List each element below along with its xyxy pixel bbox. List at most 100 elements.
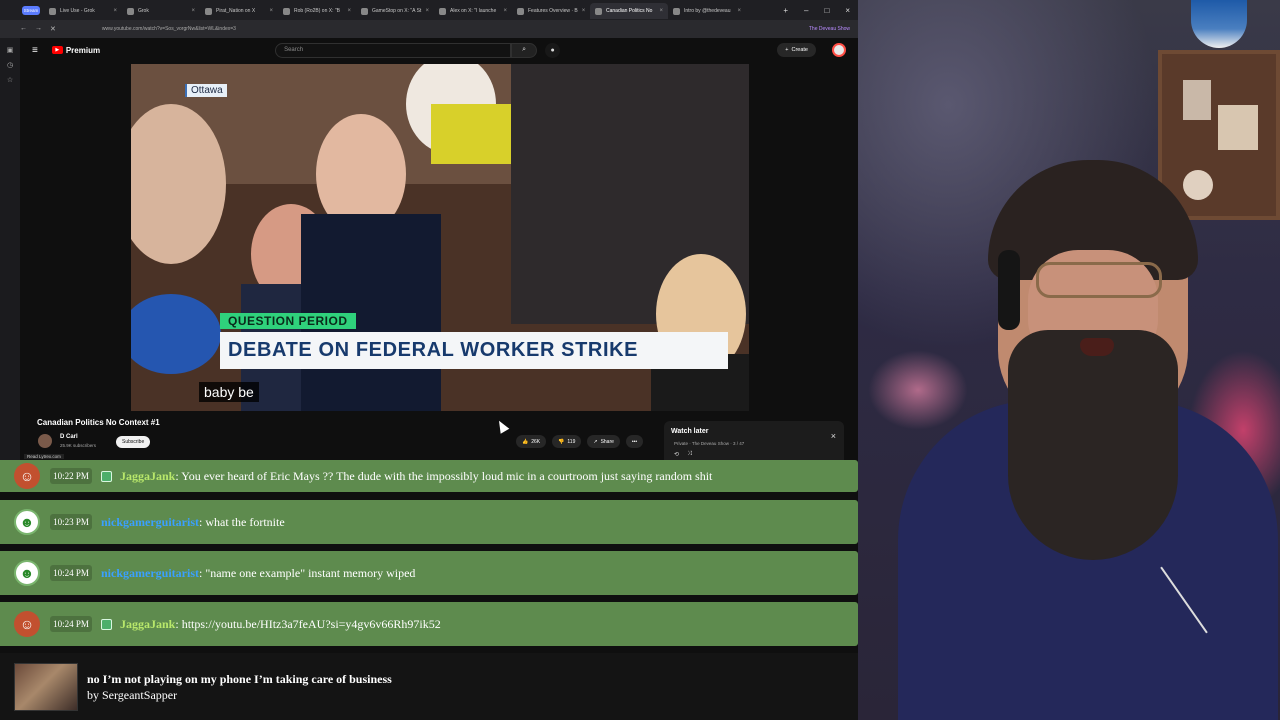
create-button[interactable]: + Create — [777, 43, 816, 57]
youtube-header: ≡ ▶ Premium Search ⌕ ● + Create — [20, 38, 858, 62]
now-playing-title: no I’m not playing on my phone I’m takin… — [87, 672, 392, 686]
more-icon: ••• — [631, 438, 638, 445]
tab-favicon — [283, 7, 290, 15]
mouth — [1080, 338, 1114, 356]
shelf-item — [1183, 80, 1211, 120]
close-icon[interactable]: × — [831, 431, 836, 441]
chat-username: JaggaJank — [120, 616, 176, 631]
shuffle-icon[interactable]: ⤨ — [687, 451, 692, 458]
close-tab-icon[interactable]: × — [425, 8, 429, 14]
youtube-logo[interactable]: ▶ Premium — [51, 45, 101, 55]
plus-icon: + — [785, 47, 789, 53]
menu-icon[interactable]: ≡ — [32, 45, 38, 56]
subscriber-badge-icon — [101, 470, 112, 482]
chat-username: nickgamerguitarist — [101, 565, 199, 580]
chat-username: JaggaJank — [120, 468, 176, 483]
window-controls: + – □ × — [783, 6, 858, 15]
minimize-icon[interactable]: – — [804, 6, 808, 15]
channel-avatar[interactable] — [38, 434, 52, 448]
watch-later-panel: Watch later Private · The Deveau Show · … — [664, 421, 844, 460]
browser-tab[interactable]: Rob (Ro2B) on X: "B × — [278, 3, 356, 19]
now-playing-requester: by SergeantSapper — [87, 688, 178, 702]
thumbs-up-icon: 👍 — [522, 438, 529, 445]
close-tab-icon[interactable]: × — [347, 8, 351, 14]
chat-message: ☺ 10:24 PM JaggaJank : https://youtu.be/… — [0, 602, 858, 646]
chat-message: ☺ 10:22 PM JaggaJank : You ever heard of… — [0, 460, 858, 492]
reload-icon[interactable]: ✕ — [50, 25, 56, 33]
logo-text: Premium — [65, 45, 101, 55]
thumbs-down-icon: 👎 — [558, 438, 565, 445]
more-button[interactable]: ••• — [625, 435, 644, 448]
bookmark-icon[interactable]: ☆ — [7, 76, 13, 84]
like-button[interactable]: 👍 26K — [516, 435, 547, 448]
forward-icon[interactable]: → — [35, 25, 42, 33]
close-tab-icon[interactable]: × — [503, 8, 507, 14]
video-caption: baby be — [199, 382, 259, 402]
browser-tab[interactable]: Intro by @thedeveau × — [668, 3, 746, 19]
close-tab-icon[interactable]: × — [113, 8, 117, 14]
browser-tab[interactable]: Alex on X: "I launche × — [434, 3, 512, 19]
maximize-icon[interactable]: □ — [824, 6, 829, 15]
mic-icon: ● — [550, 46, 555, 54]
close-tab-icon[interactable]: × — [191, 8, 195, 14]
search-icon: ⌕ — [522, 46, 527, 53]
close-tab-icon[interactable]: × — [737, 8, 741, 14]
browser-tab-active[interactable]: Canadian Politics No × — [590, 3, 668, 19]
history-icon[interactable]: ◷ — [7, 61, 13, 69]
status-url: Read Lytrex.com — [24, 454, 64, 459]
decor-ball — [1191, 0, 1247, 48]
tab-bar: Stream Live Use - Grok × Grok × Pirat_Nati… — [0, 0, 858, 20]
share-button[interactable]: ↗ Share — [587, 435, 620, 448]
playlist-title[interactable]: Watch later — [671, 428, 708, 435]
now-playing-bar: no I’m not playing on my phone I’m takin… — [0, 653, 858, 720]
avatar[interactable] — [832, 43, 846, 57]
close-tab-icon[interactable]: × — [582, 8, 586, 14]
video-player[interactable]: Ottawa QUESTION PERIOD DEBATE ON FEDERAL… — [131, 64, 749, 411]
toy-boxes — [868, 350, 968, 430]
youtube-play-icon: ▶ — [51, 46, 63, 54]
webcam-feed — [858, 0, 1280, 720]
channel-name[interactable]: D Carl — [60, 434, 78, 440]
tabs-icon[interactable]: ▣ — [7, 46, 14, 54]
browser-tab[interactable]: Grok × — [122, 3, 200, 19]
tab-label: GameStop on X: "A St — [372, 8, 422, 14]
user-icon: ☻ — [14, 509, 40, 535]
search-input[interactable]: Search — [275, 42, 512, 58]
now-playing-thumbnail — [14, 663, 78, 711]
tab-favicon — [361, 7, 368, 15]
browser-tab[interactable]: Features Overview · B × — [512, 3, 590, 19]
tab-favicon — [205, 7, 212, 15]
tab-label: Pirat_Nation on X — [216, 8, 256, 14]
loop-icon[interactable]: ⟲ — [674, 451, 679, 458]
close-tab-icon[interactable]: × — [659, 8, 663, 14]
new-tab-icon[interactable]: + — [783, 6, 788, 15]
close-tab-icon[interactable]: × — [269, 8, 273, 14]
tab-label: Live Use - Grok — [60, 8, 95, 14]
subscribe-button[interactable]: Subscribe — [116, 436, 151, 448]
stream-pill[interactable]: Stream — [22, 5, 40, 15]
close-window-icon[interactable]: × — [845, 6, 850, 15]
chat-overlay: ☺ 10:22 PM JaggaJank : You ever heard of… — [0, 460, 858, 648]
playlist-controls: ⟲ ⤨ — [674, 451, 692, 458]
tab-favicon — [673, 7, 680, 15]
browser-tab[interactable]: Live Use - Grok × — [44, 3, 122, 19]
video-actions: 👍 26K 👎 119 ↗ Share ••• — [516, 435, 644, 448]
avatar: ☺ — [14, 463, 40, 489]
like-count: 26K — [531, 438, 541, 445]
address-bar: ← → ✕ www.youtube.com/watch?v=Sos_vorgrN… — [0, 20, 858, 38]
search-button[interactable]: ⌕ — [511, 42, 538, 58]
video-title: Canadian Politics No Context #1 — [37, 418, 160, 427]
tab-label: Rob (Ro2B) on X: "B — [294, 8, 340, 14]
browser-tab[interactable]: Pirat_Nation on X × — [200, 3, 278, 19]
url-field[interactable]: www.youtube.com/watch?v=Sos_vorgrNw&list… — [102, 26, 236, 32]
user-icon: ☻ — [14, 560, 40, 586]
browser-tab[interactable]: GameStop on X: "A St × — [356, 3, 434, 19]
voice-search-button[interactable]: ● — [545, 42, 561, 58]
back-icon[interactable]: ← — [20, 25, 27, 33]
tab-favicon — [49, 7, 56, 15]
chat-time: 10:24 PM — [50, 616, 92, 632]
chat-time: 10:22 PM — [50, 468, 92, 484]
dislike-button[interactable]: 👎 119 — [552, 435, 582, 448]
avatar: ☺ — [14, 611, 40, 637]
profile-label[interactable]: The Deveau Show — [809, 26, 850, 32]
